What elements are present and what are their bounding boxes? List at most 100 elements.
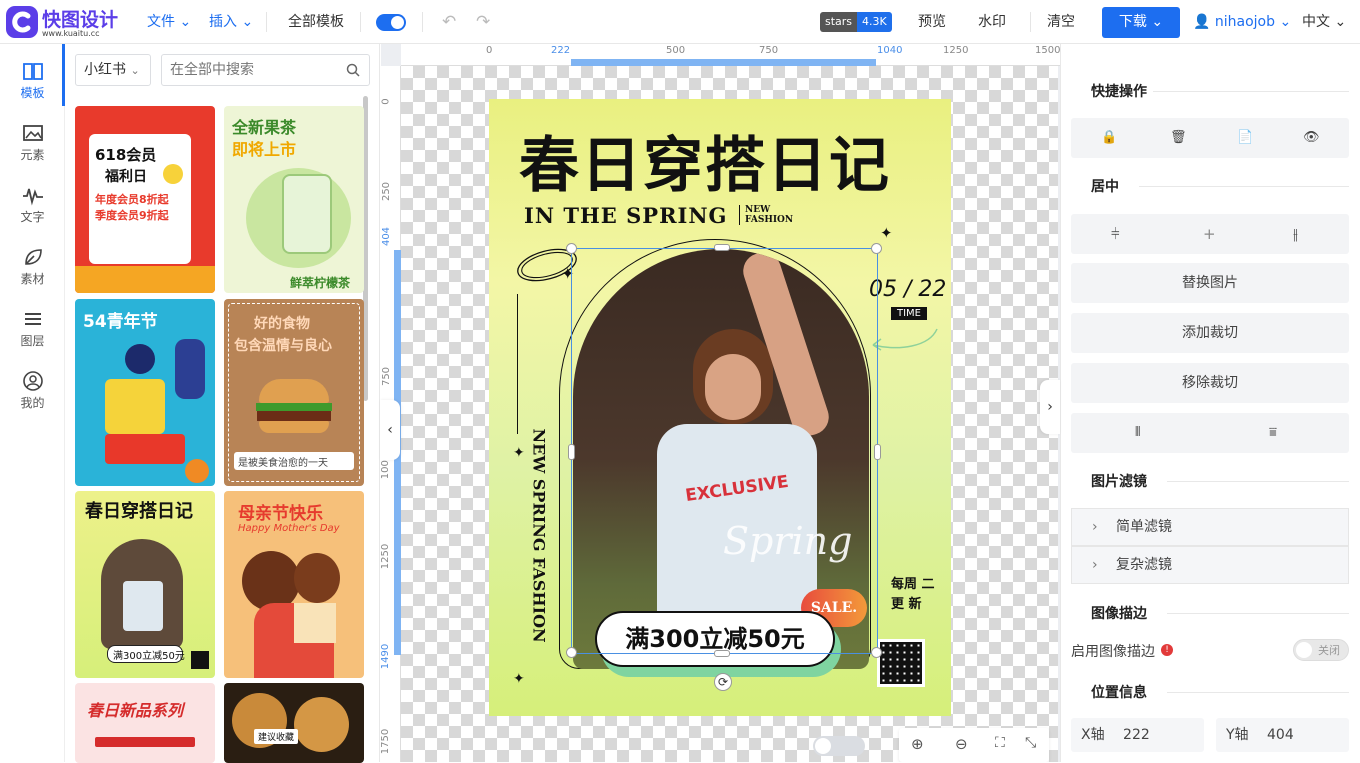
chevron-right-icon: › [1092, 519, 1098, 535]
qr-code[interactable] [877, 639, 925, 687]
resize-handle[interactable] [714, 650, 730, 657]
zoom-in-icon[interactable]: ⊕ [911, 735, 924, 753]
simple-filter-collapse[interactable]: › 简单滤镜 [1071, 508, 1349, 546]
nav-layers[interactable]: 图层 [0, 296, 65, 356]
toggle-switch[interactable] [376, 14, 406, 31]
trash-icon[interactable]: 🗑 [1170, 118, 1187, 158]
logo-icon[interactable] [6, 6, 38, 38]
weekly-text[interactable]: 每周 二 更 新 [891, 575, 935, 615]
layers-icon [25, 313, 41, 325]
align-center-icon[interactable]: + [1203, 214, 1216, 254]
chevron-right-icon: › [1092, 557, 1098, 573]
enable-stroke-label: 启用图像描边 [1071, 644, 1155, 660]
all-templates-button[interactable]: 全部模板 [288, 0, 344, 44]
template-card[interactable]: 建议收藏 [224, 683, 364, 763]
y-position-field[interactable]: Y轴 404 [1216, 718, 1349, 752]
template-card[interactable]: 春日新品系列 [75, 683, 215, 763]
stroke-toggle[interactable]: 关闭 [1293, 639, 1349, 661]
remove-crop-button[interactable]: 移除裁切 [1071, 363, 1349, 403]
wave-icon [23, 188, 43, 206]
undo-icon[interactable]: ↶ [442, 0, 456, 44]
user-icon [23, 371, 43, 391]
resize-handle[interactable] [566, 647, 577, 658]
position-heading: 位置信息 [1091, 685, 1147, 701]
flip-horizontal-icon[interactable]: ⫴ [1135, 413, 1140, 453]
search-box[interactable] [161, 54, 370, 86]
category-select[interactable]: 小红书 ⌄ [75, 54, 151, 86]
sparkle-icon: ✦ [880, 224, 893, 242]
resize-handle[interactable] [714, 244, 730, 251]
template-card[interactable]: 618会员 福利日 年度会员8折起 季度会员9折起 [75, 106, 215, 293]
template-card[interactable]: 54青年节 [75, 299, 215, 486]
poster-subtitle[interactable]: IN THE SPRING [524, 203, 727, 228]
resize-handle[interactable] [566, 243, 577, 254]
replace-image-button[interactable]: 替换图片 [1071, 263, 1349, 303]
bottom-toggle[interactable] [813, 736, 865, 756]
nav-material[interactable]: 素材 [0, 234, 65, 294]
left-nav: 模板 元素 文字 素材 图层 我的 [0, 44, 65, 762]
properties-panel: 快捷操作 🔒 🗑 📄 👁 居中 ⫩ + ⫲ 替换图片 添加裁切 移除裁切 ⫴ ⩸… [1060, 44, 1360, 762]
template-card[interactable]: 春日穿搭日记 满300立减50元 [75, 491, 215, 678]
image-stroke-heading: 图像描边 [1091, 606, 1147, 622]
image-filter-heading: 图片滤镜 [1091, 474, 1147, 490]
menu-insert[interactable]: 插入 ⌄ [209, 0, 253, 44]
eye-icon[interactable]: 👁 [1303, 118, 1320, 158]
add-crop-button[interactable]: 添加裁切 [1071, 313, 1349, 353]
canvas-workspace: 0 222 500 750 1040 1250 1500 0 250 404 7… [381, 44, 1060, 762]
collapse-left-icon[interactable]: ‹ [380, 400, 400, 460]
rotate-icon[interactable]: ⟳ [714, 673, 732, 691]
x-position-field[interactable]: X轴 222 [1071, 718, 1204, 752]
lock-icon[interactable]: 🔒 [1101, 118, 1117, 158]
redo-icon[interactable]: ↷ [476, 0, 490, 44]
vertical-text[interactable]: NEW SPRING FASHION [530, 429, 549, 643]
resize-handle[interactable] [871, 243, 882, 254]
expand-right-icon[interactable]: › [1040, 380, 1060, 434]
search-input[interactable] [162, 55, 342, 85]
template-card[interactable]: 母亲节快乐 Happy Mother's Day [224, 491, 364, 678]
nav-mine[interactable]: 我的 [0, 358, 65, 418]
logo-title: 快图设计 [42, 9, 119, 31]
fit-screen-icon[interactable]: ⛶ [995, 735, 1005, 751]
flip-vertical-icon[interactable]: ⩸ [1269, 413, 1277, 453]
chevron-down-icon: ⌄ [1151, 14, 1164, 30]
align-center-v-icon[interactable]: ⫲ [1293, 214, 1298, 254]
top-ruler: 0 222 500 750 1040 1250 1500 [401, 44, 1060, 66]
watermark-button[interactable]: 水印 [978, 0, 1006, 44]
chevron-down-icon: ⌄ [1334, 14, 1347, 30]
poster-title[interactable]: 春日穿搭日记 [519, 117, 891, 204]
template-card[interactable]: 好的食物 包含温情与良心 是被美食治愈的一天 [224, 299, 364, 486]
copy-icon[interactable]: 📄 [1237, 118, 1253, 158]
info-icon: ! [1161, 644, 1173, 656]
align-center-h-icon[interactable]: ⫩ [1111, 214, 1120, 254]
resize-handle[interactable] [568, 444, 575, 460]
poster-date[interactable]: 05 / 22 [869, 277, 946, 302]
selection-box[interactable] [571, 248, 878, 654]
download-button[interactable]: 下载 ⌄ [1102, 7, 1180, 38]
menu-file[interactable]: 文件 ⌄ [147, 0, 191, 44]
resize-handle[interactable] [874, 444, 881, 460]
language-select[interactable]: 中文 ⌄ [1302, 0, 1346, 44]
user-icon: 👤 [1193, 14, 1211, 30]
chevron-down-icon: ⌄ [1279, 14, 1292, 30]
chevron-down-icon: ⌄ [241, 14, 254, 30]
resize-handle[interactable] [871, 647, 882, 658]
sparkle-icon: ✦ [513, 671, 525, 687]
book-icon [23, 63, 43, 80]
nav-templates[interactable]: 模板 [0, 48, 65, 108]
logo-url: www.kuaitu.cc [42, 29, 100, 38]
template-card[interactable]: 全新果茶 即将上市 鲜萃柠檬茶 [224, 106, 364, 293]
nav-text[interactable]: 文字 [0, 172, 65, 232]
complex-filter-collapse[interactable]: › 复杂滤镜 [1071, 546, 1349, 584]
poster-new-fashion[interactable]: NEW FASHION [739, 205, 793, 225]
github-stars-badge[interactable]: stars 4.3K [820, 12, 892, 32]
align-bar: ⫩ + ⫲ [1071, 214, 1349, 254]
actual-size-icon[interactable]: ⤡ [1025, 735, 1036, 751]
clear-button[interactable]: 清空 [1047, 0, 1075, 44]
nav-elements[interactable]: 元素 [0, 110, 65, 170]
time-tag[interactable]: TIME [891, 307, 928, 320]
search-icon[interactable] [346, 63, 360, 77]
flip-bar: ⫴ ⩸ [1071, 413, 1349, 453]
user-menu[interactable]: 👤 nihaojob ⌄ [1193, 0, 1291, 44]
zoom-out-icon[interactable]: ⊖ [955, 735, 968, 753]
preview-button[interactable]: 预览 [918, 0, 946, 44]
